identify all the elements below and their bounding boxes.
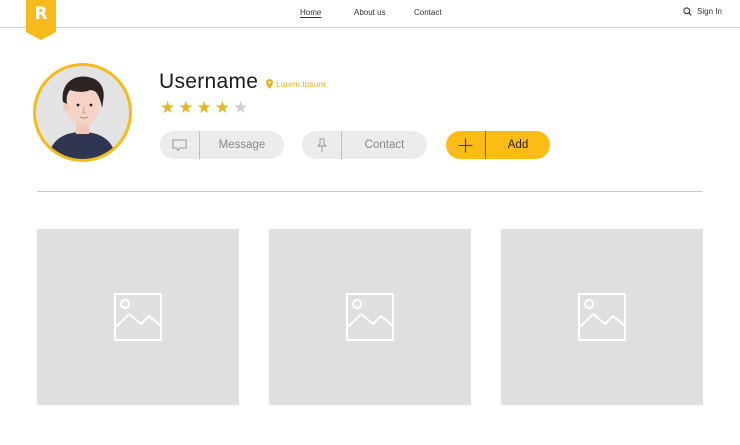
add-button[interactable]: Add — [446, 131, 550, 159]
chat-bubble-icon — [160, 131, 200, 159]
rating-stars: ★ ★ ★ ★ ★ — [160, 100, 248, 117]
add-label: Add — [507, 139, 529, 151]
star-icon: ★ — [214, 98, 230, 118]
profile-username: Username — [159, 70, 259, 93]
search-icon — [683, 7, 692, 16]
image-placeholder-icon — [346, 293, 394, 341]
contact-button[interactable]: Contact — [302, 131, 427, 159]
star-icon: ★ — [160, 98, 176, 118]
plus-icon — [446, 131, 486, 159]
gallery-item[interactable] — [269, 229, 471, 405]
logo-badge[interactable]: R — [26, 0, 56, 40]
message-button[interactable]: Message — [160, 131, 284, 159]
nav-about-link[interactable]: About us — [354, 8, 386, 17]
sign-in-link[interactable]: Sign In — [683, 7, 722, 16]
avatar-illustration — [48, 76, 116, 159]
sign-in-label: Sign In — [697, 7, 722, 16]
gallery-item[interactable] — [37, 229, 239, 405]
logo-letter: R — [34, 4, 48, 24]
contact-label: Contact — [364, 139, 405, 151]
pin-icon — [302, 131, 342, 159]
star-empty-icon: ★ — [233, 98, 249, 118]
gallery-item[interactable] — [501, 229, 703, 405]
image-placeholder-icon — [114, 293, 162, 341]
nav-contact-link[interactable]: Contact — [414, 8, 442, 17]
top-navigation-bar: R Home About us Contact Sign In — [0, 0, 740, 40]
message-label: Message — [218, 139, 266, 151]
location-label: Lorem Ipsum — [276, 79, 326, 89]
profile-location[interactable]: Lorem Ipsum — [266, 79, 326, 89]
star-icon: ★ — [178, 98, 194, 118]
section-divider — [37, 191, 703, 192]
nav-home-link[interactable]: Home — [300, 8, 321, 17]
location-pin-icon — [266, 79, 273, 89]
star-icon: ★ — [196, 98, 212, 118]
image-placeholder-icon — [578, 293, 626, 341]
user-avatar — [33, 63, 132, 162]
